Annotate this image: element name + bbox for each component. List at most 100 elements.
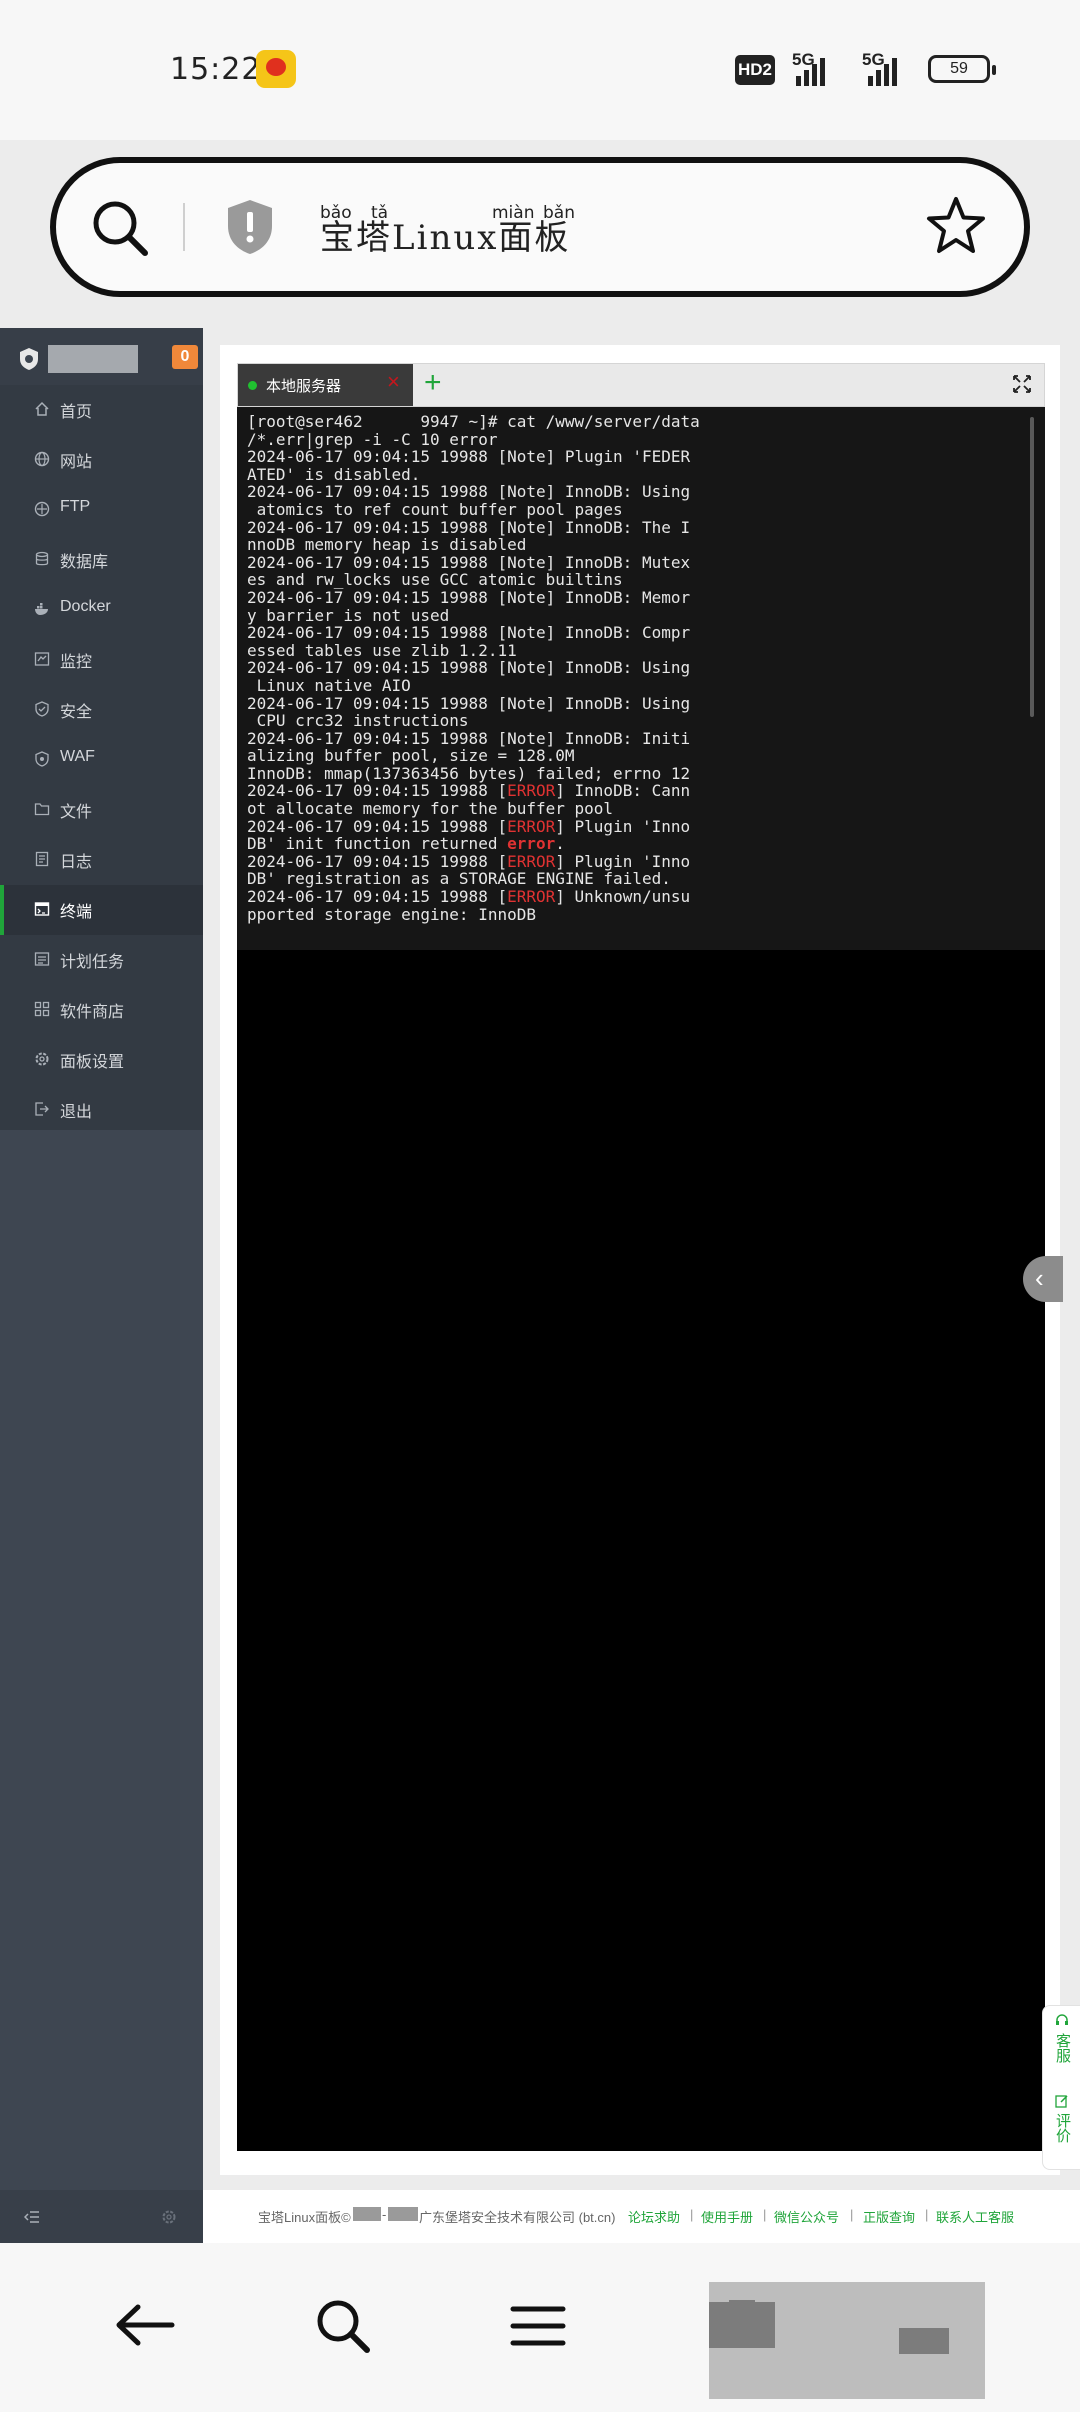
terminal-line: Linux native AIO (247, 675, 411, 695)
pinyin-mian: miàn (492, 203, 535, 223)
manual-link[interactable]: 使用手册 (701, 2207, 753, 2226)
fullscreen-icon[interactable] (1013, 375, 1031, 393)
shield-icon (35, 701, 49, 717)
terminal-line: CPU crc32 instructions (247, 711, 469, 731)
redacted-year (353, 2207, 381, 2221)
terminal-line: nnoDB memory heap is disabled (247, 535, 527, 555)
customer-service-button[interactable]: 客服 (1052, 2014, 1072, 2063)
log-icon (35, 851, 49, 867)
site-security-shield-icon[interactable] (225, 198, 275, 256)
close-tab-icon[interactable]: × (387, 371, 400, 393)
sidebar-item-monitor[interactable]: 监控 (0, 635, 203, 685)
terminal-line: ATED' is disabled. (247, 464, 421, 484)
terminal-line: 2024-06-17 09:04:15 19988 [Note] InnoDB:… (247, 693, 691, 713)
task-icon (34, 952, 50, 966)
sidebar-item-home[interactable]: 首页 (0, 385, 203, 435)
tabs-thumbnail-redacted[interactable] (709, 2282, 985, 2399)
collapse-sidebar-icon[interactable] (24, 2209, 40, 2225)
terminal-line: pported storage engine: InnoDB (247, 904, 536, 924)
sidebar-item-cron[interactable]: 计划任务 (0, 935, 203, 985)
review-button[interactable]: 评价 (1052, 2094, 1072, 2143)
back-arrow-icon[interactable] (114, 2302, 176, 2348)
terminal-line: InnoDB: mmap(137363456 bytes) failed; er… (247, 763, 691, 783)
headset-icon (1056, 2014, 1068, 2025)
terminal-tab-label: 本地服务器 (266, 378, 342, 395)
sidebar-item-panel-settings[interactable]: 面板设置 (0, 1035, 203, 1085)
terminal-line: y barrier is not used (247, 605, 450, 625)
bt-logo-icon (20, 348, 38, 370)
terminal-line: essed tables use zlib 1.2.11 (247, 640, 517, 660)
copyright-separator: - (382, 2207, 387, 2222)
home-icon (35, 401, 49, 416)
terminal-line: alizing buffer pool, size = 128.0M (247, 746, 575, 766)
sidebar-item-files[interactable]: 文件 (0, 785, 203, 835)
sidebar-menu: 首页 网站 FTP 数据库 Docker 监控 安全 WAF 文件 日志 终端 (0, 385, 203, 1130)
sidebar-item-security[interactable]: 安全 (0, 685, 203, 735)
terminal-line: DB' init function returned error. (247, 834, 565, 854)
search-icon[interactable] (90, 198, 150, 258)
terminal-output: [root@ser462 9947 ~]# cat /www/server/da… (247, 412, 700, 924)
redacted-hostname (362, 412, 421, 431)
footer-separator: | (690, 2207, 694, 2222)
terminal-line: 2024-06-17 09:04:15 19988 [Note] InnoDB:… (247, 728, 691, 748)
ftp-icon (34, 501, 50, 517)
terminal-line: 2024-06-17 09:04:15 19988 [ERROR] Plugin… (247, 851, 691, 871)
terminal-line: 2024-06-17 09:04:15 19988 [Note] InnoDB:… (247, 623, 691, 643)
sidebar-item-docker[interactable]: Docker (0, 585, 203, 635)
hd-voice-badge: HD2 (735, 55, 775, 85)
gear-icon[interactable] (161, 2209, 177, 2225)
expand-panel-button[interactable]: ‹ (1023, 1256, 1063, 1302)
message-count-badge[interactable]: 0 (172, 345, 198, 369)
terminal-line: 2024-06-17 09:04:15 19988 [Note] InnoDB:… (247, 482, 691, 502)
terminal-line: DB' registration as a STORAGE ENGINE fai… (247, 869, 671, 889)
error-tag: ERROR (507, 887, 556, 907)
pinyin-ban: bǎn (543, 203, 575, 223)
monitor-icon (34, 652, 50, 666)
sidebar-item-ftp[interactable]: FTP (0, 485, 203, 535)
add-tab-icon[interactable]: + (424, 367, 442, 399)
terminal-scrollbar[interactable] (1030, 417, 1034, 717)
sidebar-item-app-store[interactable]: 软件商店 (0, 985, 203, 1035)
terminal-line: 2024-06-17 09:04:15 19988 [ERROR] Unknow… (247, 887, 691, 907)
settings-icon (35, 1052, 49, 1066)
waf-shield-icon (35, 751, 49, 767)
chevron-left-icon: ‹ (1035, 1263, 1044, 1293)
battery-icon: 59 (928, 55, 996, 83)
docker-icon (35, 603, 48, 615)
apps-icon (34, 1001, 50, 1017)
sidebar-item-terminal[interactable]: 终端 (0, 885, 203, 935)
forum-help-link[interactable]: 论坛求助 (628, 2207, 680, 2226)
footer-separator: | (763, 2207, 767, 2222)
sidebar-item-logout[interactable]: 退出 (0, 1085, 203, 1135)
active-indicator (0, 885, 4, 935)
error-word: error (507, 834, 556, 854)
signal-strength-icon-2: 5G (848, 50, 908, 86)
terminal-line: [root@ser462 9947 ~]# cat /www/server/da… (247, 412, 700, 431)
sidebar-item-website[interactable]: 网站 (0, 435, 203, 485)
weibo-notification-icon (256, 50, 296, 88)
database-icon (35, 551, 49, 566)
terminal-line: 2024-06-17 09:04:15 19988 [Note] InnoDB:… (247, 552, 691, 572)
globe-icon (34, 451, 50, 467)
terminal-line: ot allocate memory for the buffer pool (247, 799, 614, 819)
pinyin-ta: tǎ (371, 203, 389, 223)
bookmark-star-icon[interactable] (925, 195, 987, 257)
menu-icon[interactable] (510, 2305, 566, 2347)
status-bar (0, 0, 1080, 140)
search-icon[interactable] (314, 2297, 372, 2355)
sidebar-item-database[interactable]: 数据库 (0, 535, 203, 585)
sidebar-item-logs[interactable]: 日志 (0, 835, 203, 885)
edit-icon (1055, 2095, 1068, 2108)
sidebar-item-waf[interactable]: WAF (0, 735, 203, 785)
terminal-line: es and rw_locks use GCC atomic builtins (247, 570, 623, 590)
footer-separator: | (850, 2207, 854, 2222)
terminal-line: 2024-06-17 09:04:15 19988 [Note] InnoDB:… (247, 658, 691, 678)
wechat-link[interactable]: 微信公众号 (774, 2207, 839, 2226)
terminal-line: 2024-06-17 09:04:15 19988 [ERROR] Plugin… (247, 816, 691, 836)
server-name-redacted (48, 345, 138, 373)
signal-strength-icon: 5G (792, 50, 832, 86)
contact-support-link[interactable]: 联系人工客服 (936, 2207, 1014, 2226)
license-check-link[interactable]: 正版查询 (863, 2207, 915, 2226)
copyright-text: 宝塔Linux面板© (258, 2210, 351, 2225)
service-dock: 客服 评价 (1042, 2005, 1080, 2170)
